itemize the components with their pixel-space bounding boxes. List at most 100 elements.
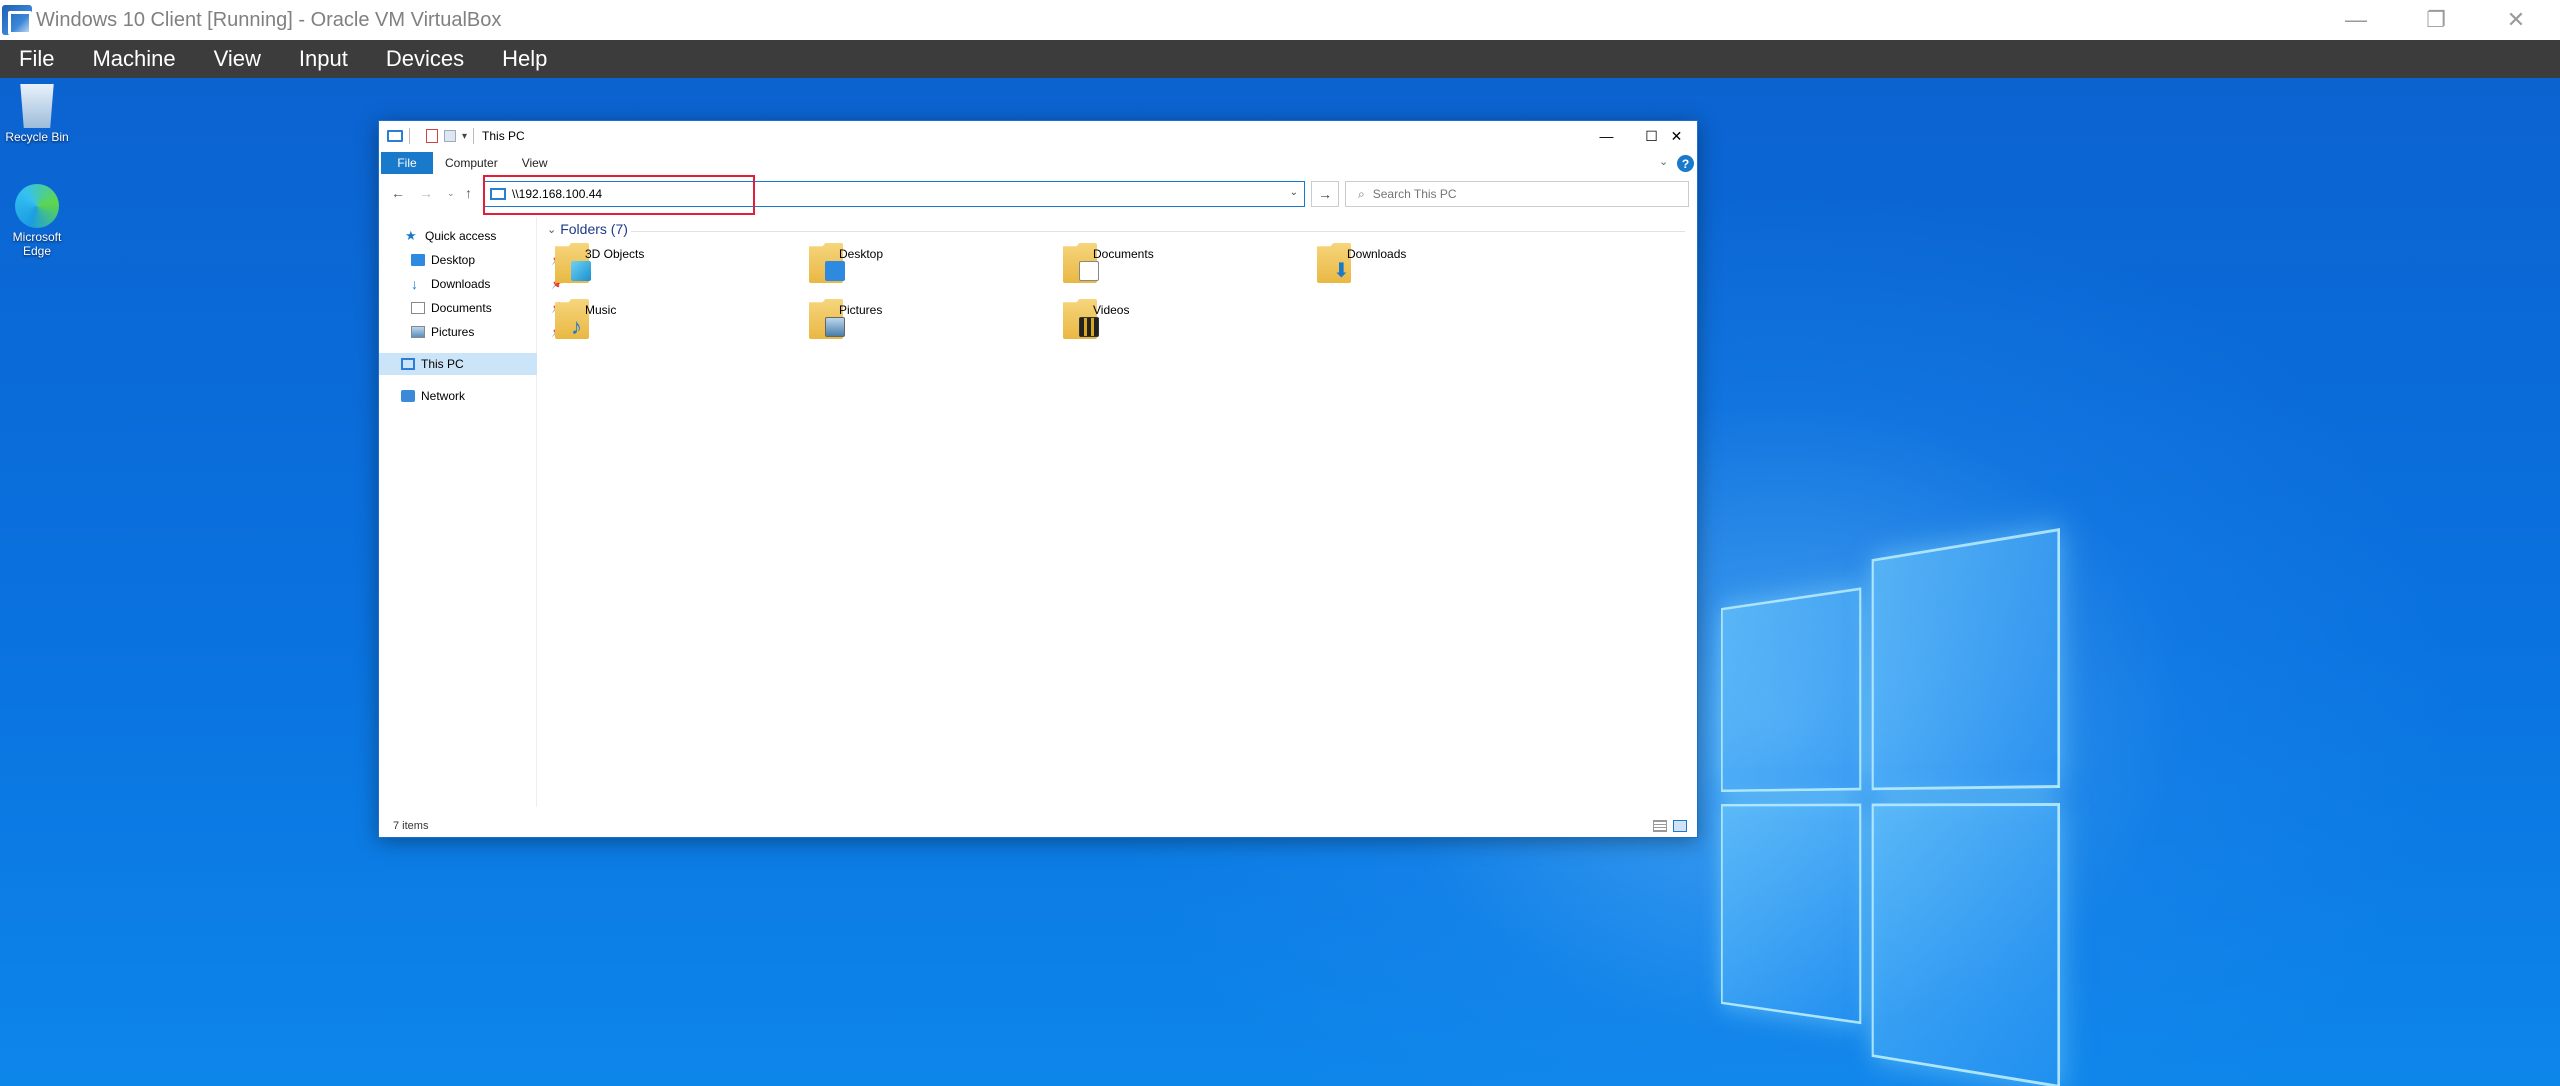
address-input[interactable] — [512, 187, 1272, 201]
edge-icon — [15, 184, 59, 228]
item-count: 7 items — [393, 820, 429, 832]
sidebar-item-label: This PC — [421, 357, 464, 371]
sidebar-item-downloads[interactable]: ↓ Downloads 📌 — [411, 273, 563, 295]
close-button[interactable]: ✕ — [2476, 0, 2556, 40]
divider — [409, 128, 410, 144]
recent-locations-button[interactable]: ⌄ — [447, 188, 455, 199]
tab-computer[interactable]: Computer — [433, 156, 510, 170]
file-explorer-window: ▾ This PC — ☐ ✕ File Computer View ⌄ ? ←… — [378, 120, 1698, 838]
divider — [631, 231, 1685, 232]
sidebar-item-label: Pictures — [431, 325, 475, 339]
folder-music[interactable]: ♪ Music — [539, 295, 789, 347]
pictures-icon — [411, 326, 425, 338]
menu-view[interactable]: View — [195, 40, 280, 78]
vbox-titlebar: Windows 10 Client [Running] - Oracle VM … — [0, 0, 2560, 40]
sidebar-item-network[interactable]: Network — [401, 385, 465, 407]
explorer-titlebar: ▾ This PC — ☐ ✕ — [379, 121, 1697, 151]
properties-icon[interactable] — [426, 129, 438, 143]
explorer-minimize-button[interactable]: — — [1584, 121, 1629, 151]
folder-videos[interactable]: Videos — [1047, 295, 1297, 347]
desktop-icon-edge[interactable]: Microsoft Edge — [0, 184, 74, 258]
this-pc-icon — [490, 188, 506, 200]
download-arrow-icon: ⬇ — [1333, 260, 1350, 282]
document-icon — [411, 302, 425, 314]
desktop-folder-icon — [411, 254, 425, 266]
up-button[interactable]: ↑ — [465, 185, 472, 201]
menu-file[interactable]: File — [0, 40, 73, 78]
menu-input[interactable]: Input — [280, 40, 367, 78]
sidebar-item-label: Network — [421, 389, 466, 403]
folder-3d-objects[interactable]: 3D Objects — [539, 239, 789, 291]
desktop-icon-label: Microsoft Edge — [12, 230, 62, 258]
menu-help[interactable]: Help — [483, 40, 566, 78]
folder-label: Downloads — [1347, 247, 1407, 261]
divider — [473, 128, 475, 144]
chevron-down-icon: ⌄ — [547, 223, 557, 236]
chevron-down-icon[interactable]: ⌄ — [1290, 187, 1298, 198]
folders-group-header[interactable]: ⌄ Folders (7) — [547, 221, 628, 237]
star-icon: ★ — [405, 228, 417, 243]
desktop-icon-label: Recycle Bin — [5, 130, 69, 144]
explorer-title: This PC — [482, 129, 525, 143]
sidebar-item-quick-access[interactable]: ★ Quick access — [405, 225, 496, 247]
folder-label: Music — [585, 303, 617, 317]
recycle-bin-icon — [20, 84, 54, 128]
expand-ribbon-icon[interactable]: ⌄ — [1659, 155, 1668, 168]
folder-pictures[interactable]: Pictures — [793, 295, 1043, 347]
sidebar-item-label: Desktop — [431, 253, 476, 267]
ribbon: File Computer View ⌄ ? — [379, 151, 1697, 175]
search-box[interactable]: ⌕ — [1345, 181, 1689, 207]
film-strip-icon — [1079, 317, 1099, 337]
desktop-icon-recycle-bin[interactable]: Recycle Bin — [0, 84, 74, 144]
logo-pane — [1721, 587, 1862, 793]
minimize-button[interactable]: — — [2316, 0, 2396, 40]
group-header-label: Folders (7) — [560, 221, 628, 237]
pictures-icon — [825, 317, 845, 337]
logo-pane — [1721, 803, 1862, 1025]
sidebar-item-label: Quick access — [425, 229, 497, 243]
large-icons-view-icon[interactable] — [1673, 820, 1687, 832]
folder-label: Videos — [1093, 303, 1130, 317]
sidebar-item-label: Documents — [431, 301, 492, 315]
search-icon: ⌕ — [1358, 186, 1365, 201]
logo-pane — [1871, 803, 2060, 1086]
download-arrow-icon: ↓ — [411, 276, 418, 292]
this-pc-icon — [401, 358, 415, 370]
menu-machine[interactable]: Machine — [73, 40, 194, 78]
folder-downloads[interactable]: ⬇ Downloads — [1301, 239, 1551, 291]
sidebar-item-label: Downloads — [431, 277, 491, 291]
folder-label: Desktop — [839, 247, 884, 261]
status-bar: 7 items — [379, 815, 1697, 837]
sidebar-item-documents[interactable]: Documents 📌 — [411, 297, 563, 319]
folder-desktop[interactable]: Desktop — [793, 239, 1043, 291]
virtualbox-app-icon — [2, 5, 32, 35]
forward-button[interactable]: → — [419, 185, 433, 201]
navigation-bar: ← → ⌄ ↑ ⌄ → ⌕ — [379, 177, 1697, 211]
back-button[interactable]: ← — [391, 185, 405, 201]
details-view-icon[interactable] — [1653, 820, 1667, 832]
explorer-close-button[interactable]: ✕ — [1654, 121, 1699, 151]
logo-pane — [1871, 528, 2060, 791]
search-input[interactable] — [1372, 187, 1673, 201]
help-icon[interactable]: ? — [1677, 155, 1694, 172]
content-pane: ⌄ Folders (7) 3D Objects Desktop Documen… — [539, 217, 1697, 807]
sidebar-item-pictures[interactable]: Pictures 📌 — [411, 321, 563, 343]
folder-label: Pictures — [839, 303, 883, 317]
document-icon — [1079, 261, 1099, 281]
menu-devices[interactable]: Devices — [367, 40, 483, 78]
sidebar-item-this-pc[interactable]: This PC — [379, 353, 537, 375]
new-folder-icon[interactable] — [444, 130, 456, 142]
windows-logo-wallpaper — [1721, 528, 2060, 1086]
chevron-down-icon[interactable]: ▾ — [462, 131, 467, 142]
folder-documents[interactable]: Documents — [1047, 239, 1297, 291]
sidebar-item-desktop[interactable]: Desktop 📌 — [411, 249, 563, 271]
network-icon — [401, 390, 415, 402]
tab-view[interactable]: View — [510, 156, 560, 170]
tab-file[interactable]: File — [381, 152, 433, 174]
restore-button[interactable]: ❐ — [2396, 0, 2476, 40]
desktop-icon — [825, 261, 845, 281]
navigation-pane: ★ Quick access Desktop 📌 ↓ Downloads 📌 D… — [379, 217, 563, 807]
3d-objects-icon — [571, 261, 591, 281]
go-button[interactable]: → — [1311, 181, 1339, 207]
address-bar[interactable]: ⌄ — [483, 181, 1305, 207]
